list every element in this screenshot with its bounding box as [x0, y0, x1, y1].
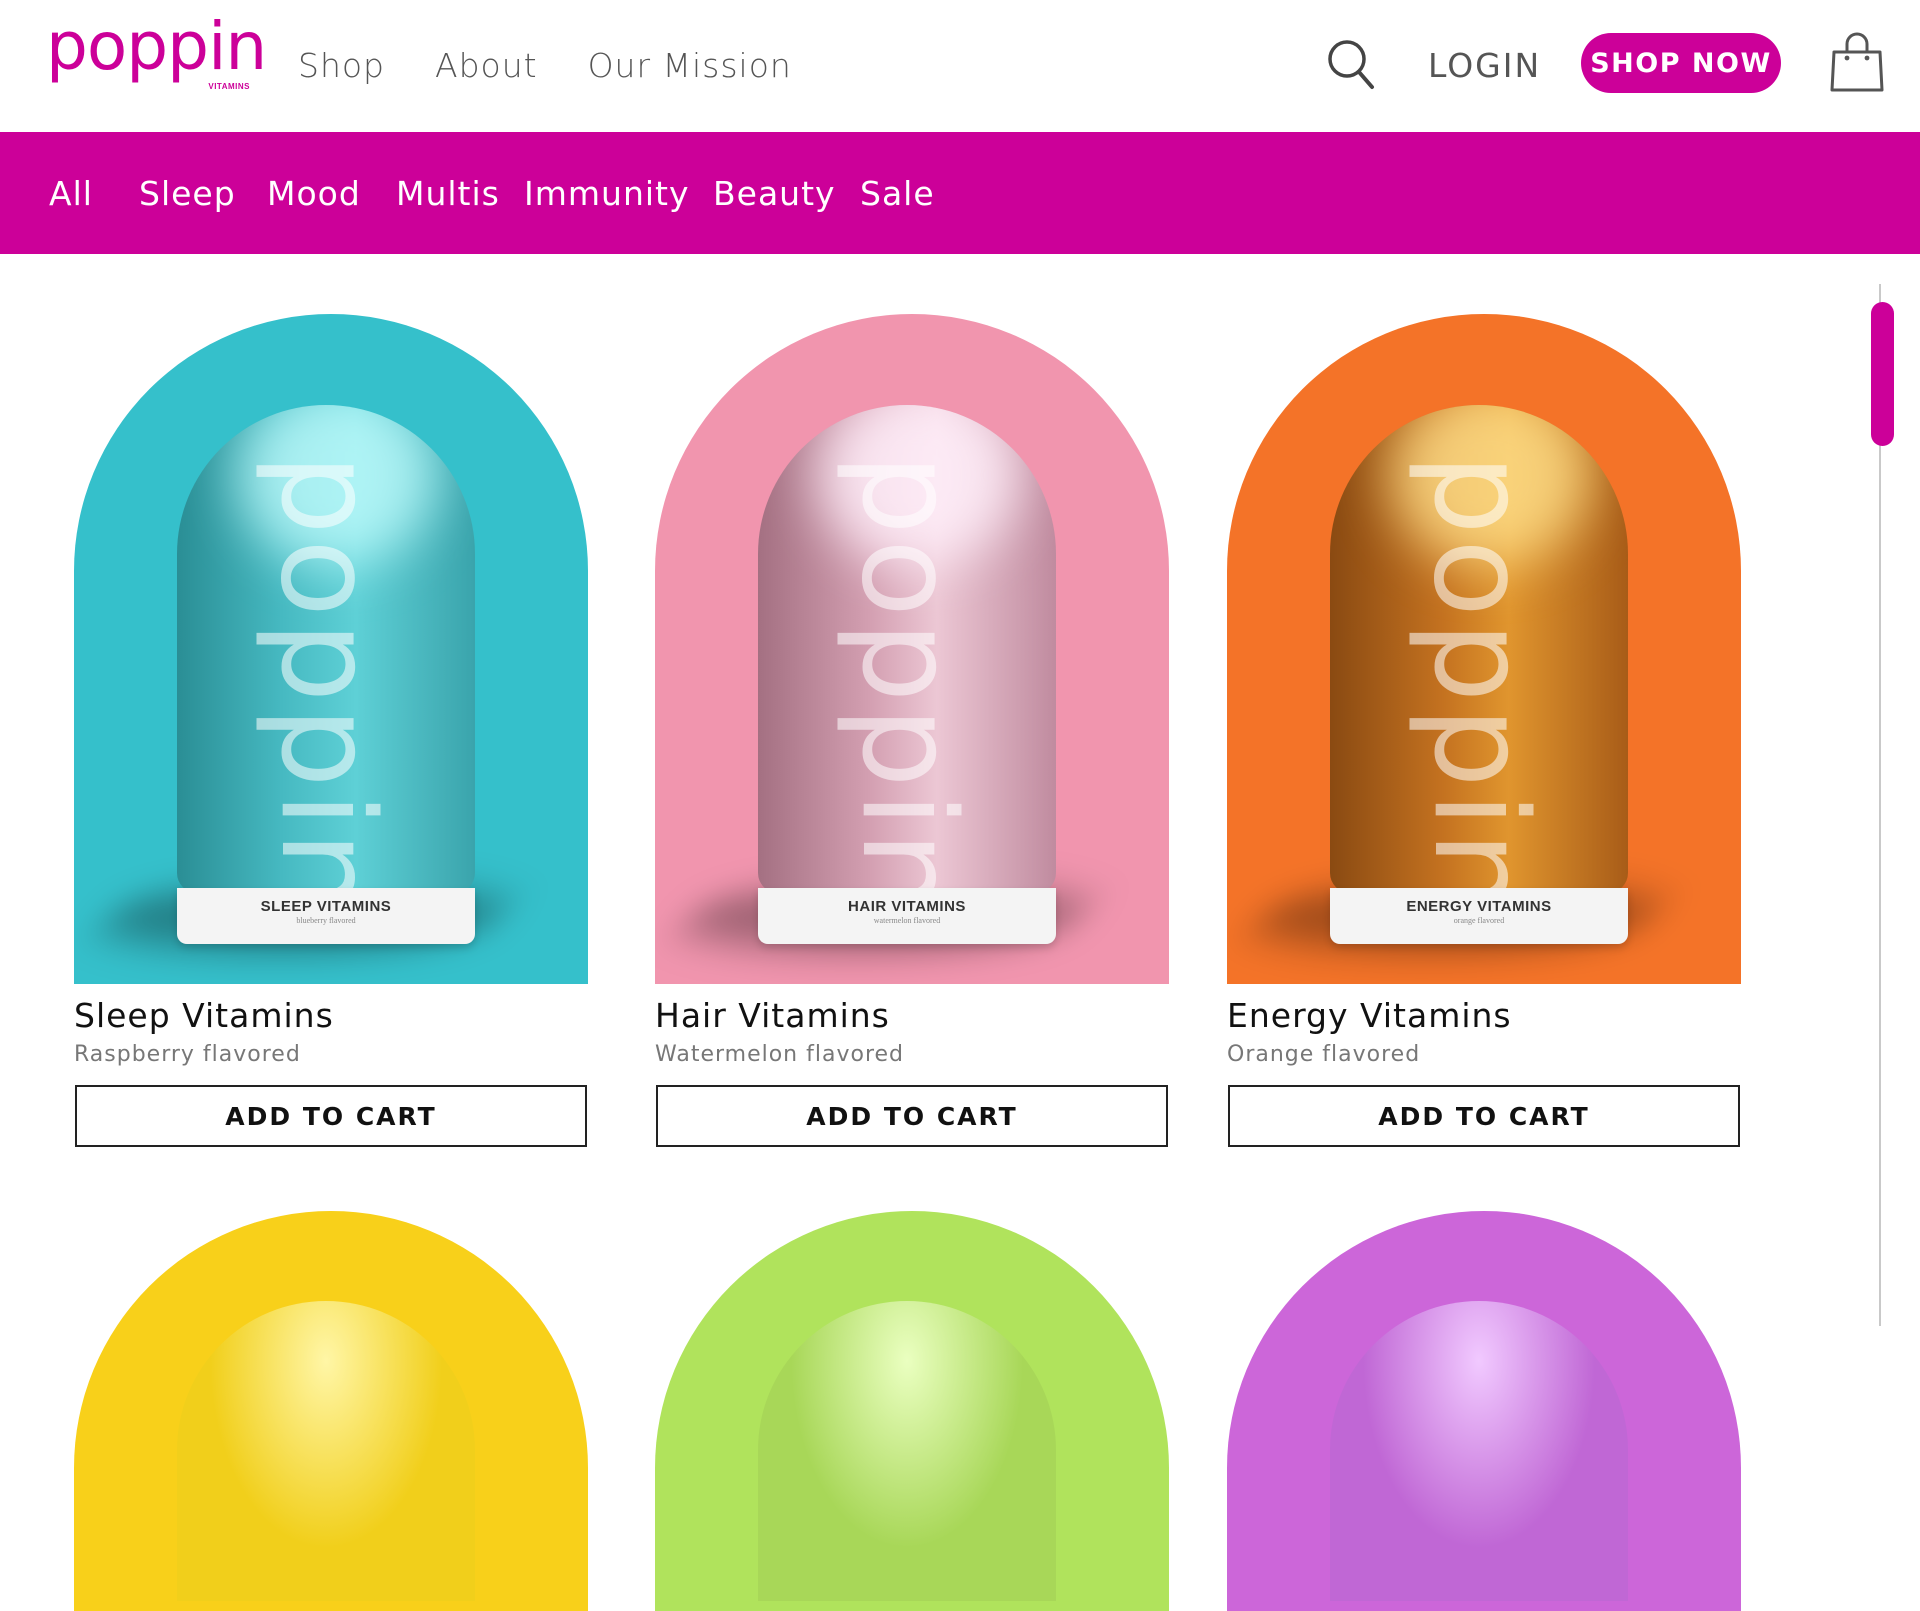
- category-all[interactable]: All: [49, 174, 93, 213]
- add-to-cart-button[interactable]: ADD TO CART: [1228, 1085, 1740, 1147]
- add-to-cart-button[interactable]: ADD TO CART: [75, 1085, 587, 1147]
- product-name[interactable]: Sleep Vitamins: [74, 996, 334, 1035]
- category-mood[interactable]: Mood: [267, 174, 361, 213]
- brand-logo[interactable]: poppin VITAMINS: [46, 14, 267, 124]
- category-sleep[interactable]: Sleep: [139, 174, 236, 213]
- category-immunity[interactable]: Immunity: [524, 174, 690, 213]
- bottle: poppin: [177, 405, 475, 893]
- bottle-label: SLEEP VITAMINS blueberry flavored: [177, 888, 475, 944]
- category-multis[interactable]: Multis: [396, 174, 500, 213]
- bottle-wordmark: poppin: [252, 453, 401, 893]
- main-nav: Shop About Our Mission: [298, 46, 792, 85]
- product-image[interactable]: poppin HAIR VITAMINS watermelon flavored: [655, 314, 1169, 984]
- category-bar: All Sleep Mood Multis Immunity Beauty Sa…: [0, 132, 1920, 254]
- product-flavor: Orange flavored: [1227, 1042, 1421, 1067]
- site-header: poppin VITAMINS Shop About Our Mission L…: [0, 0, 1920, 132]
- shopping-bag-icon[interactable]: [1828, 30, 1886, 94]
- product-image[interactable]: poppin SLEEP VITAMINS blueberry flavored: [74, 314, 588, 984]
- category-sale[interactable]: Sale: [860, 174, 935, 213]
- bottle: poppin: [1330, 405, 1628, 893]
- logo-wordmark: poppin: [46, 8, 267, 85]
- product-name[interactable]: Hair Vitamins: [655, 996, 890, 1035]
- bottle-label: ENERGY VITAMINS orange flavored: [1330, 888, 1628, 944]
- nav-shop[interactable]: Shop: [298, 46, 385, 85]
- nav-about[interactable]: About: [435, 46, 538, 85]
- bottle-label: HAIR VITAMINS watermelon flavored: [758, 888, 1056, 944]
- login-link[interactable]: LOGIN: [1428, 46, 1541, 85]
- product-name[interactable]: Energy Vitamins: [1227, 996, 1512, 1035]
- product-image-peek[interactable]: [655, 1211, 1169, 1611]
- search-icon[interactable]: [1326, 38, 1376, 92]
- scrollbar-thumb[interactable]: [1871, 302, 1894, 446]
- add-to-cart-button[interactable]: ADD TO CART: [656, 1085, 1168, 1147]
- bottle-wordmark: poppin: [1405, 453, 1554, 893]
- product-flavor: Watermelon flavored: [655, 1042, 905, 1067]
- product-image[interactable]: poppin ENERGY VITAMINS orange flavored: [1227, 314, 1741, 984]
- nav-our-mission[interactable]: Our Mission: [588, 46, 792, 85]
- product-flavor: Raspberry flavored: [74, 1042, 301, 1067]
- category-beauty[interactable]: Beauty: [713, 174, 836, 213]
- bottle-wordmark: poppin: [833, 453, 982, 893]
- product-image-peek[interactable]: [1227, 1211, 1741, 1611]
- shop-now-button[interactable]: SHOP NOW: [1581, 33, 1781, 93]
- bottle: poppin: [758, 405, 1056, 893]
- product-image-peek[interactable]: [74, 1211, 588, 1611]
- logo-subtitle: VITAMINS: [208, 82, 250, 91]
